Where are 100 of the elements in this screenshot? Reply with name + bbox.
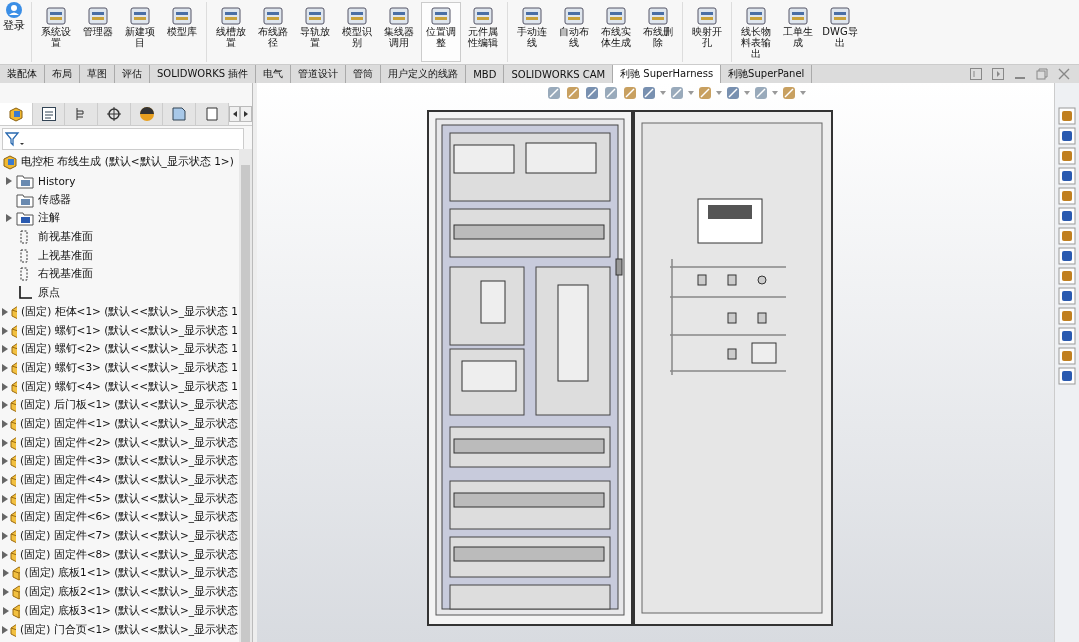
tree-item[interactable]: History	[38, 175, 76, 188]
dropdown-arrow-icon[interactable]	[715, 91, 722, 95]
restore-icon[interactable]	[1035, 67, 1049, 81]
tree-item[interactable]: (固定) 固定件<1> (默认<<默认>_显示状态	[20, 416, 238, 431]
part-icon	[10, 602, 21, 619]
dropdown-arrow-icon[interactable]	[743, 91, 750, 95]
tree-item[interactable]: (固定) 后门板<1> (默认<<默认>_显示状态	[20, 398, 238, 413]
scroll-right-button[interactable]	[240, 106, 253, 122]
ribbon-button[interactable]: 自动布线	[554, 2, 594, 62]
ribbon-button[interactable]: 集线器调用	[379, 2, 419, 62]
expand-arrow-icon[interactable]	[6, 177, 12, 186]
dimxpert-tab[interactable]	[98, 103, 131, 125]
annotation-folder-icon	[16, 210, 34, 227]
expand-arrow-icon[interactable]	[2, 550, 9, 559]
tree-item[interactable]: 上视基准面	[38, 248, 93, 263]
tree-item[interactable]: (固定) 固定件<4> (默认<<默认>_显示状态	[20, 473, 238, 488]
tile-right-icon[interactable]	[991, 67, 1005, 81]
ribbon-button[interactable]: 导轨放置	[295, 2, 335, 62]
tree-item[interactable]: (固定) 底板2<1> (默认<<默认>_显示状态	[24, 585, 238, 600]
part-icon	[8, 359, 18, 376]
expand-arrow-icon[interactable]	[6, 214, 12, 223]
tree-item[interactable]: (固定) 固定件<5> (默认<<默认>_显示状态	[20, 491, 238, 506]
part-icon	[8, 303, 18, 320]
tree-item[interactable]: 注解	[38, 211, 60, 226]
tree-item[interactable]: (固定) 底板1<1> (默认<<默认>_显示状态	[24, 566, 238, 581]
ribbon-button[interactable]: 映射开孔	[687, 2, 727, 62]
ribbon-button[interactable]: 管理器	[78, 2, 118, 62]
ribbon-button[interactable]: 手动连线	[512, 2, 552, 62]
expand-arrow-icon[interactable]	[2, 419, 9, 428]
origin-icon	[16, 285, 34, 302]
part-icon	[8, 415, 17, 432]
tree-item[interactable]: (固定) 螺钉<2> (默认<<默认>_显示状态 1	[21, 342, 238, 357]
expand-arrow-icon[interactable]	[2, 345, 9, 354]
tile-left-icon[interactable]	[969, 67, 983, 81]
expand-arrow-icon[interactable]	[2, 326, 9, 335]
tree-item[interactable]: (固定) 柜体<1> (默认<<默认>_显示状态 1	[21, 304, 238, 319]
filter-field[interactable]	[2, 128, 244, 150]
ribbon-button[interactable]: 系统设置	[36, 2, 76, 62]
part-icon	[8, 546, 17, 563]
ribbon-button[interactable]: 模型识别	[337, 2, 377, 62]
left-arrow-icon	[231, 111, 238, 117]
expand-arrow-icon[interactable]	[2, 363, 9, 372]
tree-item[interactable]: (固定) 固定件<3> (默认<<默认>_显示状态	[20, 454, 238, 469]
expand-arrow-icon[interactable]	[2, 401, 9, 410]
tree-item[interactable]: 原点	[38, 286, 60, 301]
expand-arrow-icon[interactable]	[2, 513, 9, 522]
tree-item[interactable]: (固定) 螺钉<3> (默认<<默认>_显示状态 1	[21, 360, 238, 375]
expand-arrow-icon[interactable]	[3, 588, 10, 597]
document-icon	[203, 106, 220, 122]
expand-arrow-icon[interactable]	[2, 494, 9, 503]
tree-item[interactable]: 右视基准面	[38, 267, 93, 282]
tree-item[interactable]: 传感器	[38, 192, 71, 207]
expand-arrow-icon[interactable]	[2, 438, 9, 447]
tree-item[interactable]: 电控柜 布线生成 (默认<默认_显示状态 1>)	[21, 155, 234, 170]
scrollbar[interactable]	[239, 149, 252, 642]
close-icon[interactable]	[1057, 67, 1071, 81]
ribbon-button[interactable]: 线槽放置	[211, 2, 251, 62]
display-tab[interactable]	[130, 103, 164, 125]
document-icon	[171, 106, 188, 122]
dropdown-arrow-icon[interactable]	[659, 91, 666, 95]
feature-tree-tab[interactable]	[0, 103, 33, 125]
tree-item[interactable]: (固定) 固定件<2> (默认<<默认>_显示状态	[20, 435, 238, 450]
ribbon-button[interactable]: 位置调整	[421, 2, 461, 62]
ribbon-button[interactable]: 新建项目	[120, 2, 160, 62]
ribbon-button[interactable]: 模型库	[162, 2, 202, 62]
ribbon-button[interactable]: DWG导出	[820, 2, 860, 62]
property-tab[interactable]	[32, 103, 66, 125]
expand-arrow-icon[interactable]	[2, 476, 9, 485]
expand-arrow-icon[interactable]	[3, 569, 10, 578]
part-icon	[8, 472, 17, 489]
expand-arrow-icon[interactable]	[2, 382, 9, 391]
ribbon-button[interactable]: 工单生成	[778, 2, 818, 62]
tree-item[interactable]: (固定) 底板3<1> (默认<<默认>_显示状态	[24, 603, 238, 618]
ribbon-button[interactable]: 线长物料表输出	[736, 2, 776, 62]
expand-arrow-icon[interactable]	[2, 532, 9, 541]
scrollbar-thumb[interactable]	[241, 165, 250, 642]
ribbon-tab[interactable]: 利驰 SuperHarness	[613, 65, 722, 83]
tree-item[interactable]: (固定) 螺钉<1> (默认<<默认>_显示状态 1	[21, 323, 238, 338]
tree-item[interactable]: (固定) 固定件<8> (默认<<默认>_显示状态	[20, 547, 238, 562]
tree-item[interactable]: 前视基准面	[38, 230, 93, 245]
tree-item[interactable]: (固定) 固定件<6> (默认<<默认>_显示状态	[20, 510, 238, 525]
dropdown-arrow-icon[interactable]	[687, 91, 694, 95]
dropdown-arrow-icon[interactable]	[799, 91, 806, 95]
part-icon	[8, 490, 17, 507]
expand-arrow-icon[interactable]	[2, 307, 9, 316]
crosshair-icon	[105, 106, 122, 122]
dropdown-arrow-icon[interactable]	[771, 91, 778, 95]
ribbon-button[interactable]: 元件属性编辑	[463, 2, 503, 62]
expand-arrow-icon[interactable]	[2, 625, 9, 634]
expand-arrow-icon[interactable]	[3, 606, 10, 615]
ribbon-button[interactable]: 布线实体生成	[596, 2, 636, 62]
ribbon-button[interactable]: 布线删除	[638, 2, 678, 62]
login-button[interactable]: 登录	[0, 2, 28, 33]
part-icon	[8, 378, 18, 395]
expand-arrow-icon[interactable]	[2, 457, 9, 466]
tree-item[interactable]: (固定) 螺钉<4> (默认<<默认>_显示状态 1	[21, 379, 238, 394]
tree-item[interactable]: (固定) 固定件<7> (默认<<默认>_显示状态	[20, 529, 238, 544]
assembly-icon	[7, 106, 24, 122]
ribbon-button[interactable]: 布线路径	[253, 2, 293, 62]
tree-item[interactable]: (固定) 门合页<1> (默认<<默认>_显示状态	[20, 622, 238, 637]
